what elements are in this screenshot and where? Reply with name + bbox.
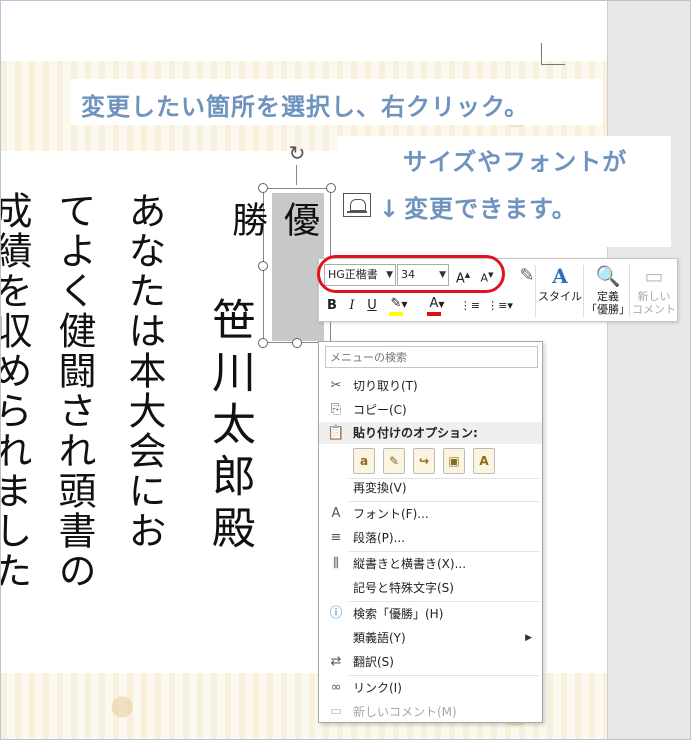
menu-item-label: 翻訳(S) [353, 655, 394, 669]
menu-item-new-comment: ▭ 新しいコメント(M) [319, 700, 542, 724]
scissors-icon: ✂ [330, 378, 342, 393]
menu-item-label: フォント(F)... [353, 507, 429, 521]
font-color-bar [427, 312, 441, 316]
page-gutter [607, 1, 690, 739]
book-search-icon: 🔍 [595, 264, 621, 288]
paste-options-label: 貼り付けのオプション: [353, 426, 478, 440]
resize-handle-tl[interactable] [258, 183, 268, 193]
toolbar-divider [535, 265, 536, 317]
highlight-button[interactable]: ✎▼ [385, 293, 413, 316]
paste-options-header: 📋 貼り付けのオプション: [319, 422, 542, 444]
bold-button[interactable]: B [323, 295, 341, 317]
define-button[interactable]: 🔍 定義 「優勝」 [585, 262, 631, 320]
paste-link-icon[interactable]: ↪ [413, 448, 435, 474]
style-label: スタイル [538, 290, 582, 303]
context-menu: ✂ 切り取り(T) ⎘ コピー(C) 📋 貼り付けのオプション: a ✎ ↪ ▣ A … [318, 341, 543, 723]
menu-item-synonyms[interactable]: 類義語(Y) ▶ [319, 626, 542, 650]
define-term: 「優勝」 [586, 303, 630, 316]
menu-item-reconvert[interactable]: 再変換(V) [319, 476, 542, 500]
resize-handle-bm[interactable] [292, 338, 302, 348]
chevron-right-icon: ▶ [525, 633, 532, 643]
text-direction-icon: ⫼ [333, 556, 339, 571]
menu-item-label: 段落(P)... [353, 531, 406, 545]
paragraph-icon: ≡ [330, 530, 342, 545]
menu-item-label: リンク(I) [353, 681, 402, 695]
highlight-annotation-ellipse [317, 255, 505, 293]
toolbar-divider [583, 265, 584, 317]
new-comment-label-2: コメント [632, 303, 676, 316]
menu-item-translate[interactable]: ⇄ 翻訳(S) [319, 650, 542, 674]
instruction-line3: 変更できます。 [404, 195, 577, 223]
resize-handle-tr[interactable] [326, 183, 336, 193]
layout-options-icon[interactable] [343, 193, 371, 217]
menu-item-label: 縦書きと横書き(X)... [353, 557, 467, 571]
menu-item-label: コピー(C) [353, 403, 407, 417]
menu-item-text-direction[interactable]: ⫼ 縦書きと横書き(X)... [319, 552, 542, 576]
numbering-icon[interactable]: ⋮≡▾ [487, 295, 513, 317]
paste-merge-format-icon[interactable]: ✎ [383, 448, 405, 474]
menu-item-label: 検索「優勝」(H) [353, 607, 444, 621]
copy-icon: ⎘ [330, 402, 342, 417]
instruction-line1: 変更したい箇所を選択し、右クリック。 [71, 79, 603, 125]
paste-picture-icon[interactable]: ▣ [443, 448, 465, 474]
certificate-body-text-col1: あなたは本大会にお [122, 191, 166, 551]
font-icon: A [331, 506, 341, 521]
translate-icon: ⇄ [330, 654, 342, 669]
italic-button[interactable]: I [343, 295, 361, 317]
menu-item-label: 類義語(Y) [353, 631, 406, 645]
new-comment-button: ▭ 新しい コメント [631, 262, 677, 320]
menu-item-search[interactable]: ⓘ 検索「優勝」(H) [319, 602, 542, 626]
menu-search-input[interactable] [325, 346, 538, 368]
menu-item-copy[interactable]: ⎘ コピー(C) [319, 398, 542, 422]
define-label: 定義 [597, 290, 619, 303]
selected-award-text[interactable]: 優勝 [226, 193, 324, 341]
menu-item-symbols[interactable]: 記号と特殊文字(S) [319, 576, 542, 600]
comment-icon: ▭ [644, 264, 664, 288]
resize-handle-bl[interactable] [258, 338, 268, 348]
rotate-icon[interactable]: ↻ [285, 141, 309, 165]
link-icon: ∞ [330, 680, 342, 695]
bullets-icon[interactable]: ⋮≡ [459, 295, 481, 317]
highlighter-icon: ✎ [390, 296, 402, 311]
underline-button[interactable]: U [363, 295, 381, 317]
style-button[interactable]: A スタイル [537, 262, 583, 320]
menu-item-paragraph[interactable]: ≡ 段落(P)... [319, 526, 542, 550]
style-icon: A [552, 264, 568, 288]
info-search-icon: ⓘ [329, 606, 343, 621]
menu-item-label: 再変換(V) [353, 481, 407, 495]
certificate-body-text-col2: てよく健闘され頭書の [52, 191, 96, 591]
menu-item-font[interactable]: A フォント(F)... [319, 502, 542, 526]
rotate-handle-stem [296, 165, 297, 185]
document-window: 成績を収められました てよく健闘され頭書の あなたは本大会にお 笹川太郎殿 ↻ … [0, 0, 691, 740]
font-color-button[interactable]: A▼ [423, 293, 451, 316]
paste-text-only-icon[interactable]: A [473, 448, 495, 474]
clipboard-icon: 📋 [327, 425, 345, 441]
new-comment-label: 新しい [637, 290, 671, 303]
toolbar-divider [629, 265, 630, 317]
recipient-name: 笹川太郎殿 [204, 297, 255, 557]
highlight-color-bar [389, 312, 403, 316]
instruction-line2: サイズやフォントが [337, 136, 671, 180]
down-arrow-icon: ↓ [379, 195, 401, 223]
menu-item-link[interactable]: ∞ リンク(I) [319, 676, 542, 700]
resize-handle-ml[interactable] [258, 261, 268, 271]
instruction-line3-box: ↓ 変更できます。 [337, 179, 671, 247]
certificate-body-text-col3: 成績を収められました [0, 191, 32, 591]
menu-item-label: 記号と特殊文字(S) [353, 581, 454, 595]
menu-item-label: 新しいコメント(M) [353, 705, 457, 719]
paste-keep-source-icon[interactable]: a [353, 448, 375, 474]
margin-corner-mark [541, 43, 565, 65]
comment-icon: ▭ [329, 704, 343, 719]
menu-item-cut[interactable]: ✂ 切り取り(T) [319, 374, 542, 398]
menu-item-label: 切り取り(T) [353, 379, 418, 393]
